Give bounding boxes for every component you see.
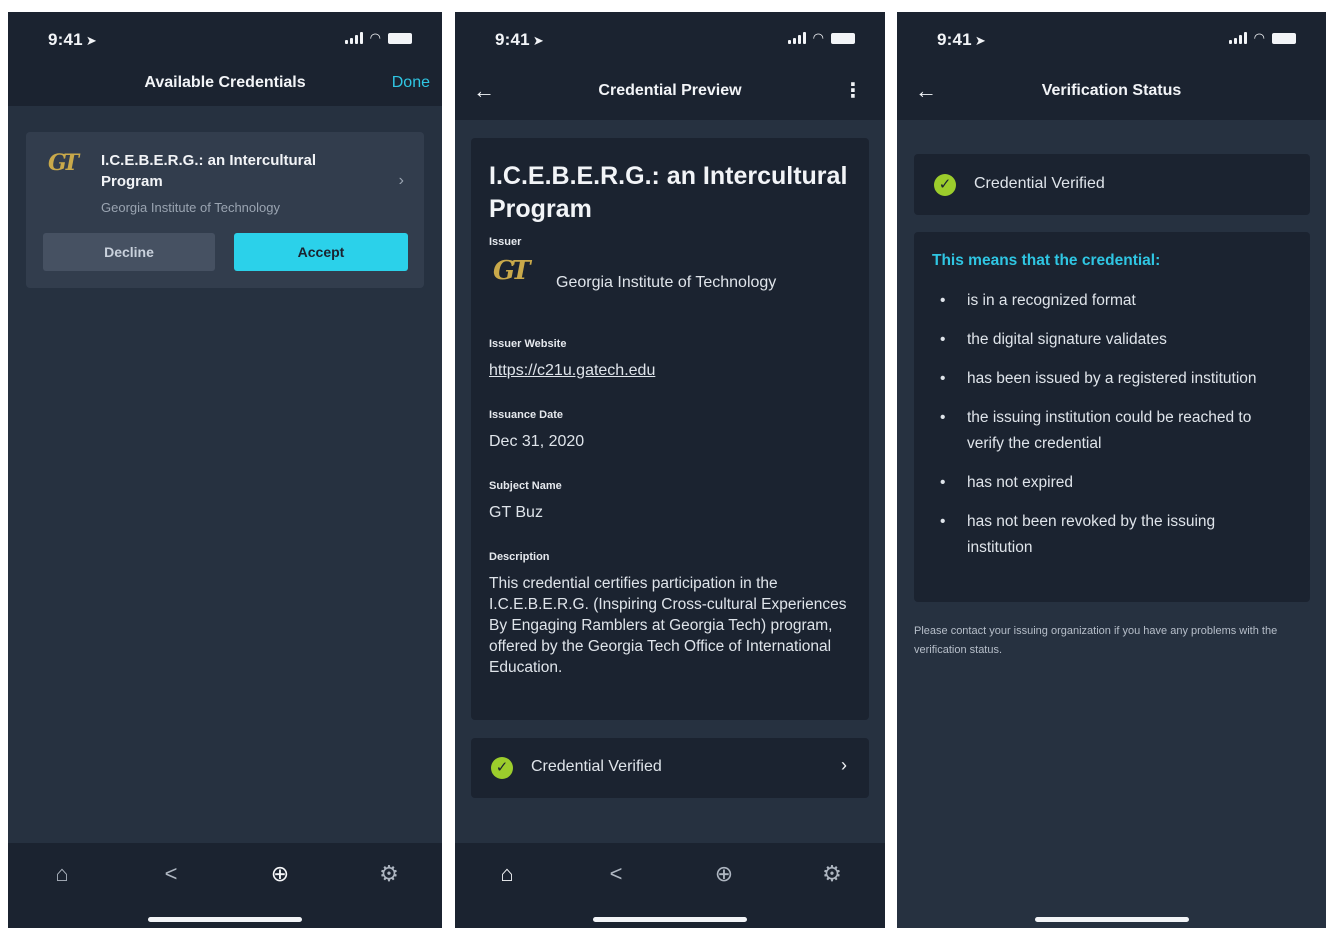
list-item: has been issued by a registered institut… bbox=[940, 366, 1280, 392]
battery-icon bbox=[388, 33, 412, 44]
tab-bar: ⌂ < ⊕ ⚙ bbox=[8, 843, 442, 928]
status-bar: 9:41 ➤ ◠ bbox=[897, 26, 1326, 54]
header: 9:41 ➤ ◠ ← Credential Preview ⋮ bbox=[455, 12, 885, 120]
header: 9:41 ➤ ◠ Available Credentials Done bbox=[8, 12, 442, 106]
description-label: Description bbox=[489, 551, 550, 563]
issuance-date-label: Issuance Date bbox=[489, 409, 563, 421]
status-bar: 9:41 ➤ ◠ bbox=[455, 26, 885, 54]
location-icon: ➤ bbox=[974, 33, 986, 48]
verification-result-card: ✓ Credential Verified bbox=[914, 154, 1310, 215]
credential-details-card: I.C.E.B.E.R.G.: an Intercultural Program… bbox=[471, 138, 869, 720]
chevron-right-icon[interactable]: › bbox=[841, 755, 847, 776]
credential-preview-screen: 9:41 ➤ ◠ ← Credential Preview ⋮ I.C.E.B.E… bbox=[455, 12, 885, 928]
home-icon[interactable]: ⌂ bbox=[47, 861, 77, 887]
verified-label: Credential Verified bbox=[974, 175, 1105, 192]
list-item: is in a recognized format bbox=[940, 288, 1280, 314]
add-circle-icon[interactable]: ⊕ bbox=[265, 861, 295, 887]
gt-logo: GT bbox=[493, 256, 531, 286]
issuance-date: Dec 31, 2020 bbox=[489, 433, 585, 450]
home-indicator[interactable] bbox=[148, 917, 302, 922]
home-indicator[interactable] bbox=[593, 917, 747, 922]
signal-icon bbox=[344, 32, 363, 44]
list-item: has not been revoked by the issuing inst… bbox=[940, 509, 1280, 561]
credential-issuer: Georgia Institute of Technology bbox=[101, 200, 280, 215]
location-icon: ➤ bbox=[85, 33, 97, 48]
tab-bar: ⌂ < ⊕ ⚙ bbox=[455, 843, 885, 928]
issuer-name: Georgia Institute of Technology bbox=[556, 274, 777, 291]
verification-details-card: This means that the credential: is in a … bbox=[914, 232, 1310, 602]
issuer-website-link[interactable]: https://c21u.gatech.edu bbox=[489, 362, 655, 380]
credential-offer-card[interactable]: GT I.C.E.B.E.R.G.: an Intercultural Prog… bbox=[26, 132, 424, 288]
verification-status-screen: 9:41 ➤ ◠ ← Verification Status ✓ Credenti… bbox=[897, 12, 1326, 928]
wifi-icon: ◠ bbox=[812, 30, 824, 45]
signal-icon bbox=[787, 32, 806, 44]
decline-button[interactable]: Decline bbox=[43, 233, 215, 271]
credential-title: I.C.E.B.E.R.G.: an Intercultural Program bbox=[101, 152, 317, 190]
chevron-right-icon[interactable]: › bbox=[399, 172, 404, 190]
list-item: has not expired bbox=[940, 470, 1280, 496]
issuer-website-label: Issuer Website bbox=[489, 338, 567, 350]
check-circle-icon: ✓ bbox=[491, 757, 513, 779]
accept-button[interactable]: Accept bbox=[234, 233, 408, 271]
issuer-label: Issuer bbox=[489, 236, 522, 248]
footnote: Please contact your issuing organization… bbox=[914, 625, 1278, 656]
page-title: Available Credentials bbox=[144, 74, 306, 91]
status-time: 9:41 ➤ bbox=[48, 30, 97, 49]
wifi-icon: ◠ bbox=[1253, 30, 1265, 45]
location-icon: ➤ bbox=[532, 33, 544, 48]
home-indicator[interactable] bbox=[1034, 917, 1189, 922]
subject-name-label: Subject Name bbox=[489, 480, 562, 492]
list-item: the digital signature validates bbox=[940, 327, 1280, 353]
list-item: the issuing institution could be reached… bbox=[940, 405, 1280, 457]
status-time: 9:41 ➤ bbox=[495, 30, 544, 49]
battery-icon bbox=[1272, 33, 1296, 44]
gear-icon[interactable]: ⚙ bbox=[374, 861, 404, 887]
verification-reasons-list: is in a recognized format the digital si… bbox=[940, 288, 1280, 574]
verified-label: Credential Verified bbox=[531, 758, 662, 775]
subject-name: GT Buz bbox=[489, 504, 543, 521]
done-button[interactable]: Done bbox=[392, 74, 430, 92]
page-title: Credential Preview bbox=[598, 82, 742, 99]
page-title: Verification Status bbox=[1041, 82, 1182, 99]
gear-icon[interactable]: ⚙ bbox=[817, 861, 847, 887]
credential-title: I.C.E.B.E.R.G.: an Intercultural Program bbox=[489, 162, 848, 223]
status-bar: 9:41 ➤ ◠ bbox=[8, 26, 442, 54]
credential-verified-row[interactable]: ✓ Credential Verified › bbox=[471, 738, 869, 798]
check-circle-icon: ✓ bbox=[934, 174, 956, 196]
available-credentials-screen: 9:41 ➤ ◠ Available Credentials Done GT I.… bbox=[8, 12, 442, 928]
gt-logo: GT bbox=[48, 150, 79, 176]
status-time: 9:41 ➤ bbox=[937, 30, 986, 49]
bottom-area bbox=[897, 906, 1326, 928]
home-icon[interactable]: ⌂ bbox=[492, 861, 522, 887]
share-icon[interactable]: < bbox=[601, 861, 631, 887]
wifi-icon: ◠ bbox=[369, 30, 381, 45]
description-text: This credential certifies participation … bbox=[489, 575, 847, 676]
means-heading: This means that the credential: bbox=[932, 252, 1161, 269]
header: 9:41 ➤ ◠ ← Verification Status bbox=[897, 12, 1326, 120]
battery-icon bbox=[831, 33, 855, 44]
more-options-icon[interactable]: ⋮ bbox=[843, 78, 863, 103]
signal-icon bbox=[1228, 32, 1247, 44]
add-circle-icon[interactable]: ⊕ bbox=[709, 861, 739, 887]
share-icon[interactable]: < bbox=[156, 861, 186, 887]
